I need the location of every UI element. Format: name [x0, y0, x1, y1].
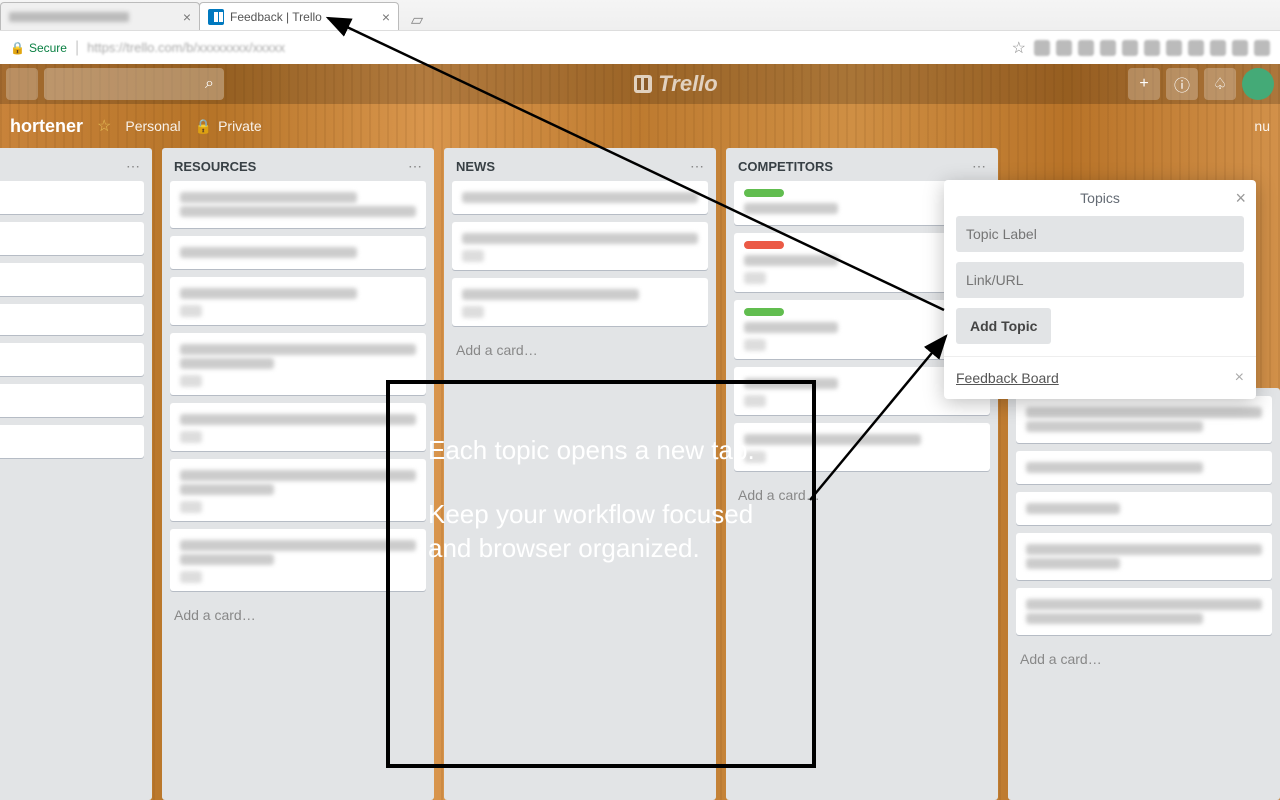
annotation-overlay: Each topic opens a new tab. Keep your wo…: [386, 380, 816, 768]
trello-logo-icon: [634, 75, 652, 93]
close-icon[interactable]: ×: [183, 9, 191, 25]
list-card[interactable]: [0, 181, 144, 214]
board-visibility-personal[interactable]: Personal: [125, 118, 180, 134]
list-card[interactable]: [0, 263, 144, 296]
bookmark-star-icon[interactable]: ☆: [1012, 38, 1026, 58]
board-title[interactable]: hortener: [10, 116, 83, 137]
list-menu-icon[interactable]: ⋯: [408, 158, 422, 175]
address-bar: 🔒 Secure | https://trello.com/b/xxxxxxxx…: [0, 30, 1280, 64]
lock-icon: 🔒: [10, 41, 25, 55]
feedback-board-link[interactable]: Feedback Board: [956, 370, 1059, 386]
trello-top-bar: ⌕ Trello + ⓘ ♤: [0, 64, 1280, 104]
topic-label-input[interactable]: [956, 216, 1244, 252]
list-cards: nfluence: [0, 181, 152, 466]
annotation-text-2: Keep your workflow focused and browser o…: [428, 498, 774, 566]
board-list: ⋯ nfluence: [0, 148, 152, 800]
extension-icons: [1034, 40, 1270, 56]
topics-popover: Topics × Add Topic Feedback Board ×: [944, 180, 1256, 399]
create-button[interactable]: +: [1128, 68, 1160, 100]
user-avatar[interactable]: [1242, 68, 1274, 100]
list-menu-icon[interactable]: ⋯: [126, 158, 140, 175]
tab-strip: × Feedback | Trello × ▱: [0, 0, 1280, 30]
bell-icon: ♤: [1213, 74, 1227, 94]
list-card[interactable]: [1016, 451, 1272, 484]
list-card[interactable]: [1016, 533, 1272, 580]
info-button[interactable]: ⓘ: [1166, 68, 1198, 100]
list-menu-icon[interactable]: ⋯: [972, 158, 986, 175]
notifications-button[interactable]: ♤: [1204, 68, 1236, 100]
new-tab-button[interactable]: ▱: [404, 10, 430, 30]
popover-footer: Feedback Board ×: [944, 356, 1256, 399]
browser-tab-1[interactable]: Feedback | Trello ×: [199, 2, 399, 30]
popover-body: Add Topic: [944, 216, 1256, 356]
list-title[interactable]: RESOURCES: [174, 159, 408, 174]
list-card[interactable]: [170, 181, 426, 228]
list-card[interactable]: [0, 222, 144, 255]
list-menu-icon[interactable]: ⋯: [690, 158, 704, 175]
tab-title-blurred: [9, 12, 129, 22]
list-card[interactable]: [0, 384, 144, 417]
url-text[interactable]: https://trello.com/b/xxxxxxxx/xxxxx: [87, 40, 1004, 55]
board-header: hortener ☆ Personal 🔒 Private nu: [0, 104, 1280, 148]
search-icon: ⌕: [205, 75, 214, 93]
secure-badge: 🔒 Secure: [10, 41, 67, 55]
popover-title: Topics: [1080, 190, 1120, 206]
list-card[interactable]: [0, 425, 144, 458]
lock-icon: 🔒: [195, 118, 212, 135]
list-card[interactable]: nfluence: [0, 304, 144, 335]
list-card[interactable]: [1016, 588, 1272, 635]
trello-logo-text: Trello: [658, 71, 718, 97]
list-card[interactable]: [1016, 492, 1272, 525]
show-menu-link[interactable]: nu: [1254, 118, 1270, 134]
close-icon[interactable]: ×: [1235, 188, 1246, 209]
star-icon[interactable]: ☆: [97, 116, 111, 136]
trello-favicon: [208, 9, 224, 25]
list-cards: [444, 181, 716, 334]
private-label: Private: [218, 118, 262, 134]
board-visibility-private[interactable]: 🔒 Private: [195, 118, 262, 135]
browser-chrome: × Feedback | Trello × ▱ 🔒 Secure | https…: [0, 0, 1280, 64]
board-list: Add a card…: [1008, 388, 1280, 800]
list-card[interactable]: [1016, 396, 1272, 443]
remove-icon[interactable]: ×: [1235, 369, 1244, 387]
link-url-input[interactable]: [956, 262, 1244, 298]
list-card[interactable]: [452, 278, 708, 326]
list-title[interactable]: NEWS: [456, 159, 690, 174]
add-topic-button[interactable]: Add Topic: [956, 308, 1051, 344]
add-card-button[interactable]: Add a card…: [444, 334, 716, 370]
close-icon[interactable]: ×: [382, 9, 390, 25]
list-card[interactable]: [170, 236, 426, 269]
list-card[interactable]: [170, 277, 426, 325]
trello-logo[interactable]: Trello: [224, 71, 1128, 97]
annotation-text-1: Each topic opens a new tab.: [428, 434, 774, 468]
list-card[interactable]: [0, 343, 144, 376]
list-title[interactable]: COMPETITORS: [738, 159, 972, 174]
add-card-button[interactable]: Add a card…: [1008, 643, 1280, 679]
popover-header: Topics ×: [944, 180, 1256, 216]
list-card[interactable]: [452, 181, 708, 214]
browser-tab-0[interactable]: ×: [0, 2, 200, 30]
boards-button[interactable]: [6, 68, 38, 100]
list-card[interactable]: [452, 222, 708, 270]
tab-title: Feedback | Trello: [230, 10, 322, 24]
list-cards: [1008, 388, 1280, 643]
search-input[interactable]: ⌕: [44, 68, 224, 100]
secure-label: Secure: [29, 41, 67, 55]
